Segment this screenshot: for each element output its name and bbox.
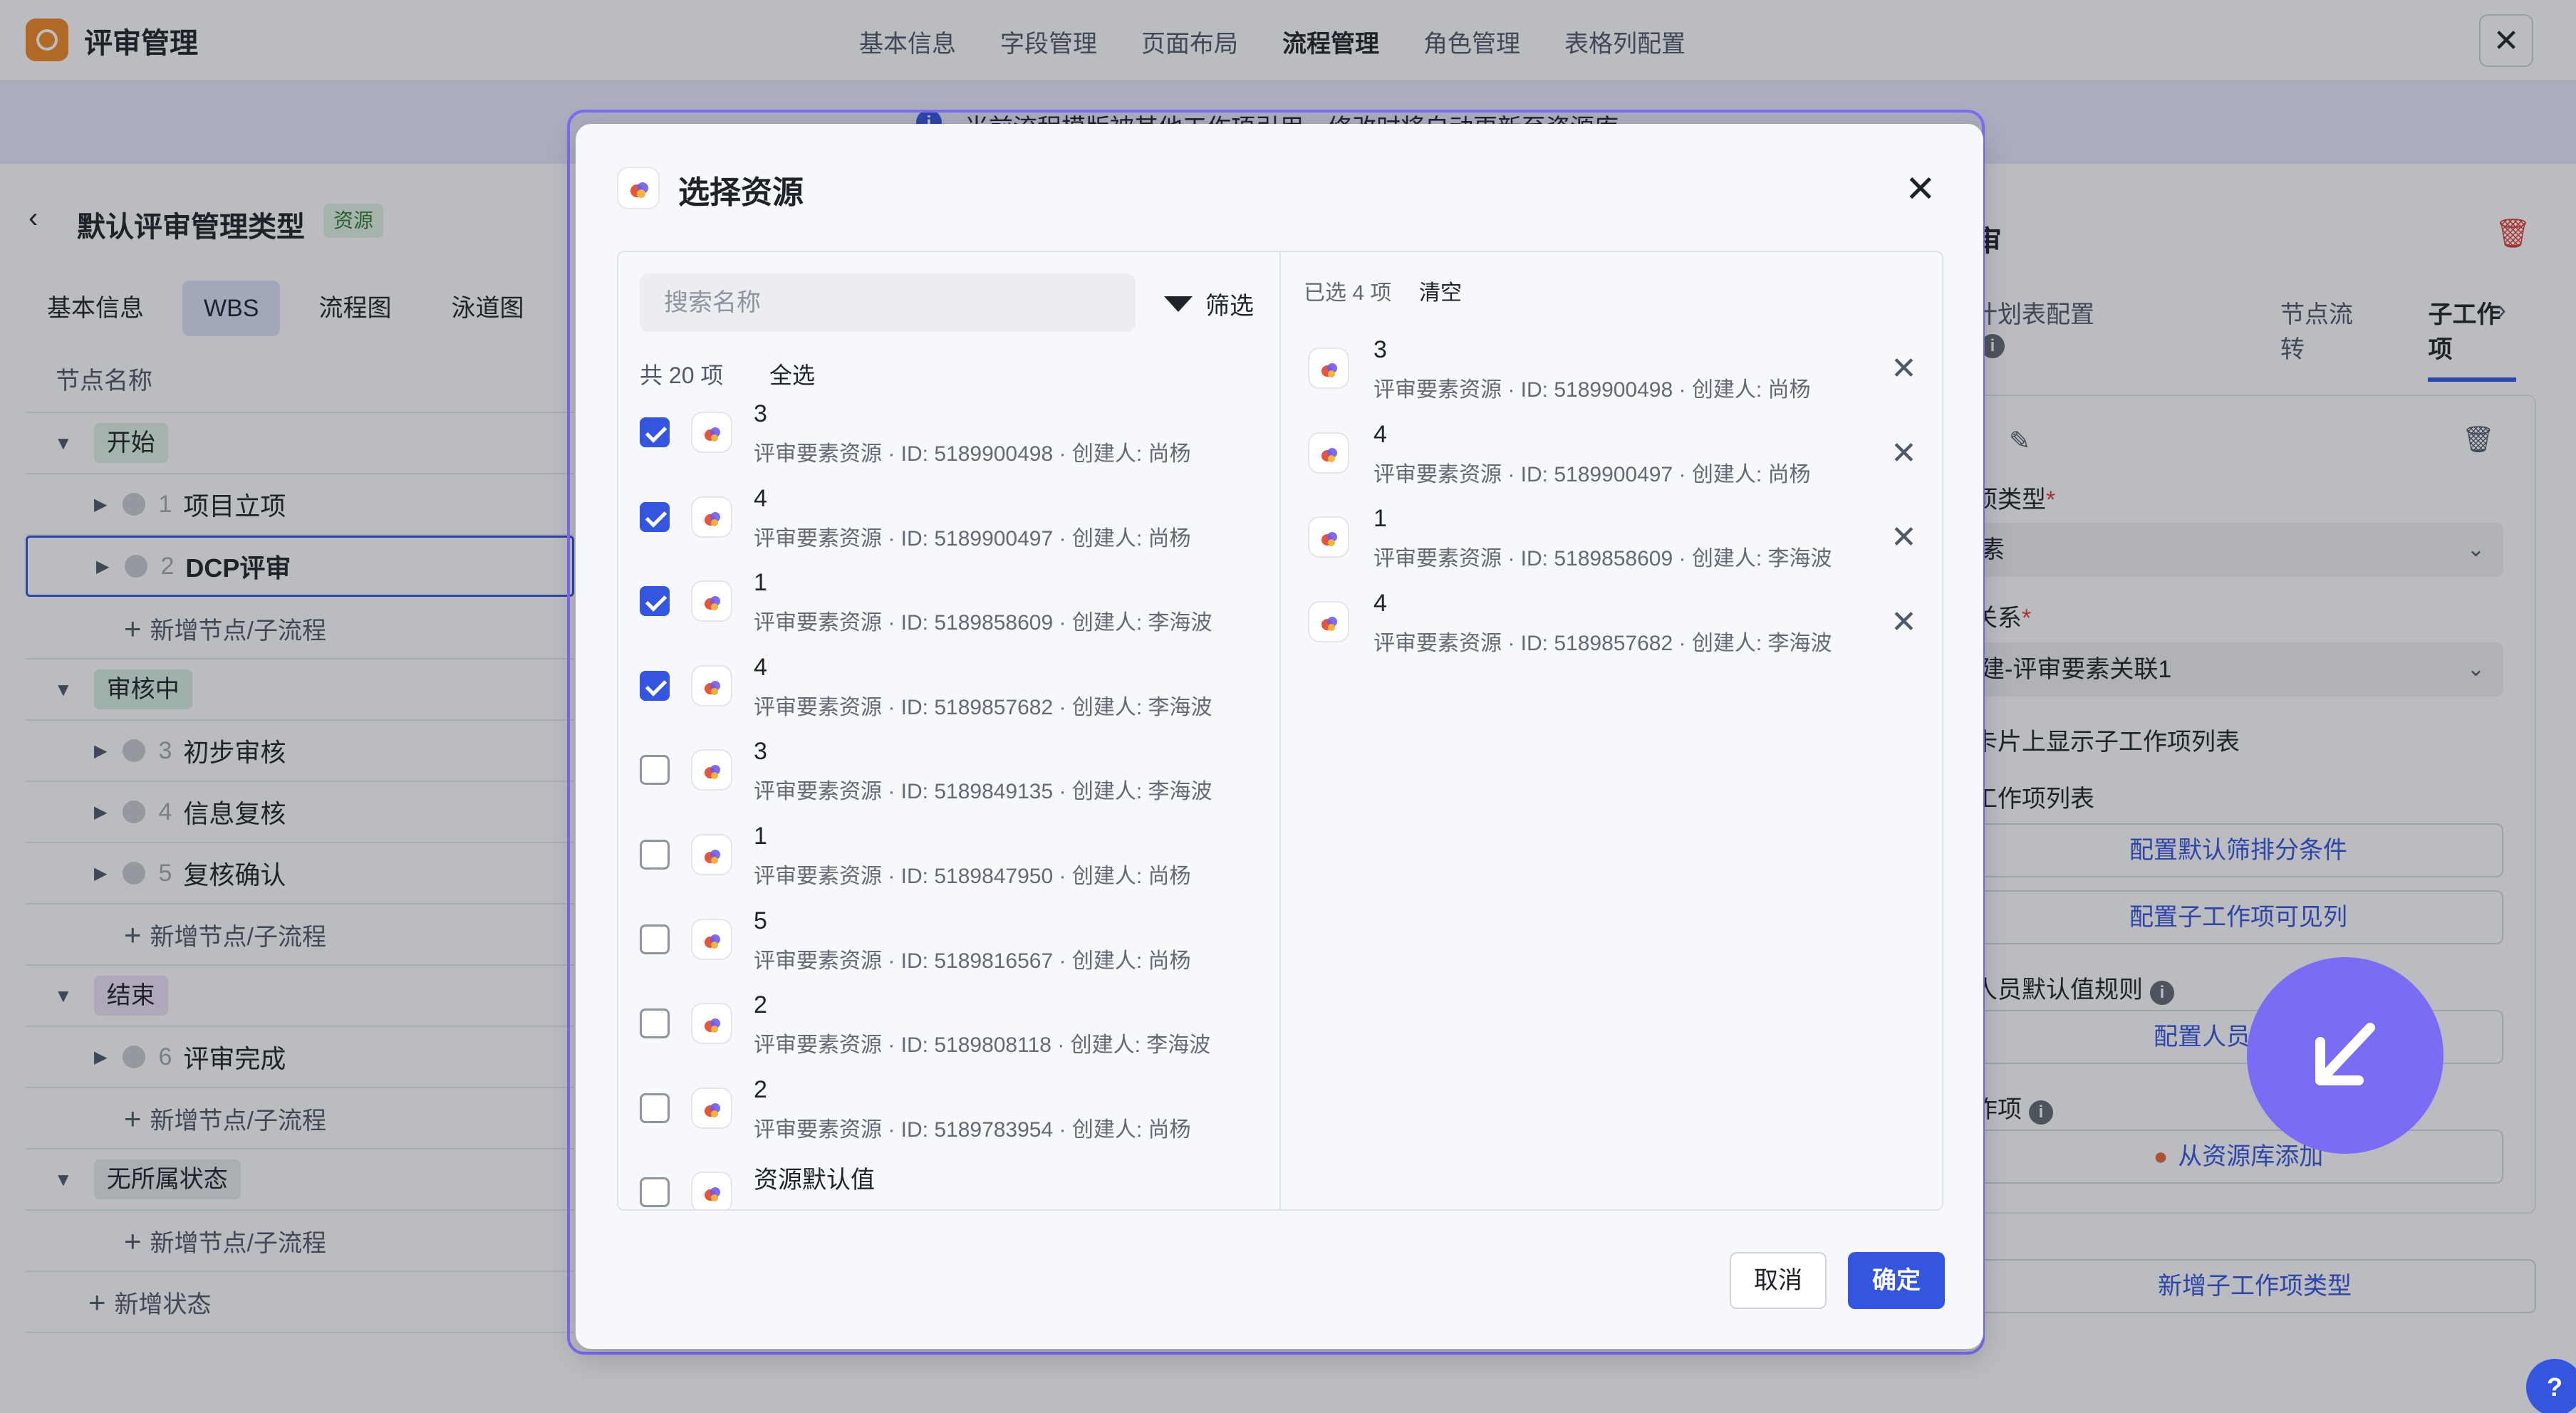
filter-icon bbox=[1164, 296, 1193, 312]
resource-meta: 评审要素资源 · ID: 5189816567 · 创建人: 尚杨 bbox=[754, 949, 1191, 973]
resource-list-item[interactable]: 3 评审要素资源 · ID: 5189900498 · 创建人: 尚杨 bbox=[640, 396, 1267, 480]
confirm-button[interactable]: 确定 bbox=[1848, 1252, 1945, 1309]
resource-list-item[interactable]: 3 评审要素资源 · ID: 5189849135 · 创建人: 李海波 bbox=[640, 734, 1267, 818]
resource-list-item[interactable]: 4 评审要素资源 · ID: 5189857682 · 创建人: 李海波 bbox=[640, 650, 1267, 734]
resource-list-item[interactable]: 4 评审要素资源 · ID: 5189900497 · 创建人: 尚杨 bbox=[640, 481, 1267, 565]
resource-meta: 评审要素资源 · ID: 5189900498 · 创建人: 尚杨 bbox=[1373, 378, 1811, 402]
resource-name: 2 bbox=[754, 991, 767, 1019]
resource-icon bbox=[691, 580, 732, 622]
resource-meta: 评审要素资源 · ID: 5189900498 · 创建人: 尚杨 bbox=[754, 442, 1191, 466]
checkbox[interactable] bbox=[640, 670, 670, 701]
selected-item: 4 评审要素资源 · ID: 5189857682 · 创建人: 李海波 ✕ bbox=[1308, 583, 1935, 667]
select-all-button[interactable]: 全选 bbox=[769, 358, 815, 390]
resource-name: 1 bbox=[754, 569, 767, 597]
resource-icon bbox=[691, 664, 732, 706]
checkbox[interactable] bbox=[640, 417, 670, 447]
checkbox[interactable] bbox=[640, 1093, 670, 1123]
remove-selected-icon[interactable]: ✕ bbox=[1891, 435, 1917, 471]
resource-list-item[interactable]: 资源默认值 bbox=[640, 1156, 1267, 1209]
clear-selection-button[interactable]: 清空 bbox=[1419, 275, 1462, 306]
resource-meta: 评审要素资源 · ID: 5189857682 · 创建人: 李海波 bbox=[1373, 631, 1832, 655]
dialog-close-icon[interactable]: ✕ bbox=[1905, 168, 1936, 211]
resource-icon bbox=[1308, 432, 1349, 474]
resource-icon bbox=[1308, 348, 1349, 389]
resource-name: 1 bbox=[1373, 505, 1387, 533]
resource-icon bbox=[691, 496, 732, 538]
filter-label: 筛选 bbox=[1205, 293, 1254, 320]
resource-name: 4 bbox=[1373, 589, 1387, 617]
checkbox[interactable] bbox=[640, 840, 670, 870]
checkbox[interactable] bbox=[640, 1008, 670, 1039]
help-icon[interactable]: ? bbox=[2526, 1359, 2576, 1413]
resource-logo-icon bbox=[617, 167, 660, 209]
resource-list-item[interactable]: 5 评审要素资源 · ID: 5189816567 · 创建人: 尚杨 bbox=[640, 903, 1267, 987]
checkbox[interactable] bbox=[640, 1177, 670, 1208]
resource-icon bbox=[691, 1172, 732, 1209]
resource-meta: 评审要素资源 · ID: 5189783954 · 创建人: 尚杨 bbox=[754, 1117, 1191, 1142]
drag-hint-button[interactable] bbox=[2247, 957, 2443, 1154]
resource-icon bbox=[691, 749, 732, 791]
filter-button[interactable]: 筛选 bbox=[1164, 286, 1254, 321]
checkbox[interactable] bbox=[640, 501, 670, 532]
total-count: 共 20 项 bbox=[640, 363, 724, 388]
remove-selected-icon[interactable]: ✕ bbox=[1891, 519, 1917, 556]
resource-list-item[interactable]: 2 评审要素资源 · ID: 5189783954 · 创建人: 尚杨 bbox=[640, 1072, 1267, 1156]
resource-meta: 评审要素资源 · ID: 5189858609 · 创建人: 李海波 bbox=[1373, 547, 1832, 571]
resource-meta: 评审要素资源 · ID: 5189849135 · 创建人: 李海波 bbox=[754, 780, 1212, 804]
panel-divider bbox=[1279, 252, 1281, 1209]
resource-icon bbox=[691, 412, 732, 453]
resource-name: 2 bbox=[754, 1075, 767, 1103]
resource-meta: 评审要素资源 · ID: 5189900497 · 创建人: 尚杨 bbox=[754, 526, 1191, 551]
resource-list-item[interactable]: 1 评审要素资源 · ID: 5189858609 · 创建人: 李海波 bbox=[640, 565, 1267, 649]
selected-item: 4 评审要素资源 · ID: 5189900497 · 创建人: 尚杨 ✕ bbox=[1308, 414, 1935, 498]
resource-name: 1 bbox=[754, 823, 767, 850]
resource-name: 资源默认值 bbox=[754, 1167, 875, 1194]
arrow-down-left-icon bbox=[2315, 1023, 2375, 1085]
resource-icon bbox=[1308, 600, 1349, 642]
resource-icon bbox=[691, 834, 732, 875]
resource-name: 4 bbox=[754, 653, 767, 681]
checkbox[interactable] bbox=[640, 755, 670, 786]
resource-icon bbox=[691, 1003, 732, 1045]
resource-name: 4 bbox=[754, 484, 767, 512]
resource-name: 5 bbox=[754, 907, 767, 934]
checkbox[interactable] bbox=[640, 924, 670, 954]
resource-icon bbox=[691, 1087, 732, 1129]
resource-meta: 评审要素资源 · ID: 5189857682 · 创建人: 李海波 bbox=[754, 695, 1212, 719]
resource-meta: 评审要素资源 · ID: 5189808118 · 创建人: 李海波 bbox=[754, 1033, 1211, 1058]
resource-icon bbox=[691, 918, 732, 960]
resource-name: 4 bbox=[1373, 420, 1387, 448]
selected-count: 已选 4 项 bbox=[1304, 281, 1392, 305]
resource-list-item[interactable]: 1 评审要素资源 · ID: 5189847950 · 创建人: 尚杨 bbox=[640, 818, 1267, 902]
resource-meta: 评审要素资源 · ID: 5189847950 · 创建人: 尚杨 bbox=[754, 865, 1191, 888]
selected-item: 3 评审要素资源 · ID: 5189900498 · 创建人: 尚杨 ✕ bbox=[1308, 329, 1935, 413]
dialog-title: 选择资源 bbox=[678, 175, 804, 210]
resource-meta: 评审要素资源 · ID: 5189858609 · 创建人: 李海波 bbox=[754, 611, 1212, 635]
resource-meta: 评审要素资源 · ID: 5189900497 · 创建人: 尚杨 bbox=[1373, 462, 1811, 486]
remove-selected-icon[interactable]: ✕ bbox=[1891, 604, 1917, 640]
selected-item: 1 评审要素资源 · ID: 5189858609 · 创建人: 李海波 ✕ bbox=[1308, 498, 1935, 582]
resource-name: 3 bbox=[754, 400, 767, 427]
remove-selected-icon[interactable]: ✕ bbox=[1891, 350, 1917, 387]
resource-icon bbox=[1308, 516, 1349, 558]
resource-name: 3 bbox=[1373, 336, 1387, 363]
resource-name: 3 bbox=[754, 738, 767, 766]
search-input[interactable]: 搜索名称 bbox=[640, 273, 1136, 332]
cancel-button[interactable]: 取消 bbox=[1730, 1252, 1827, 1309]
checkbox[interactable] bbox=[640, 586, 670, 617]
resource-list-item[interactable]: 2 评审要素资源 · ID: 5189808118 · 创建人: 李海波 bbox=[640, 987, 1267, 1071]
